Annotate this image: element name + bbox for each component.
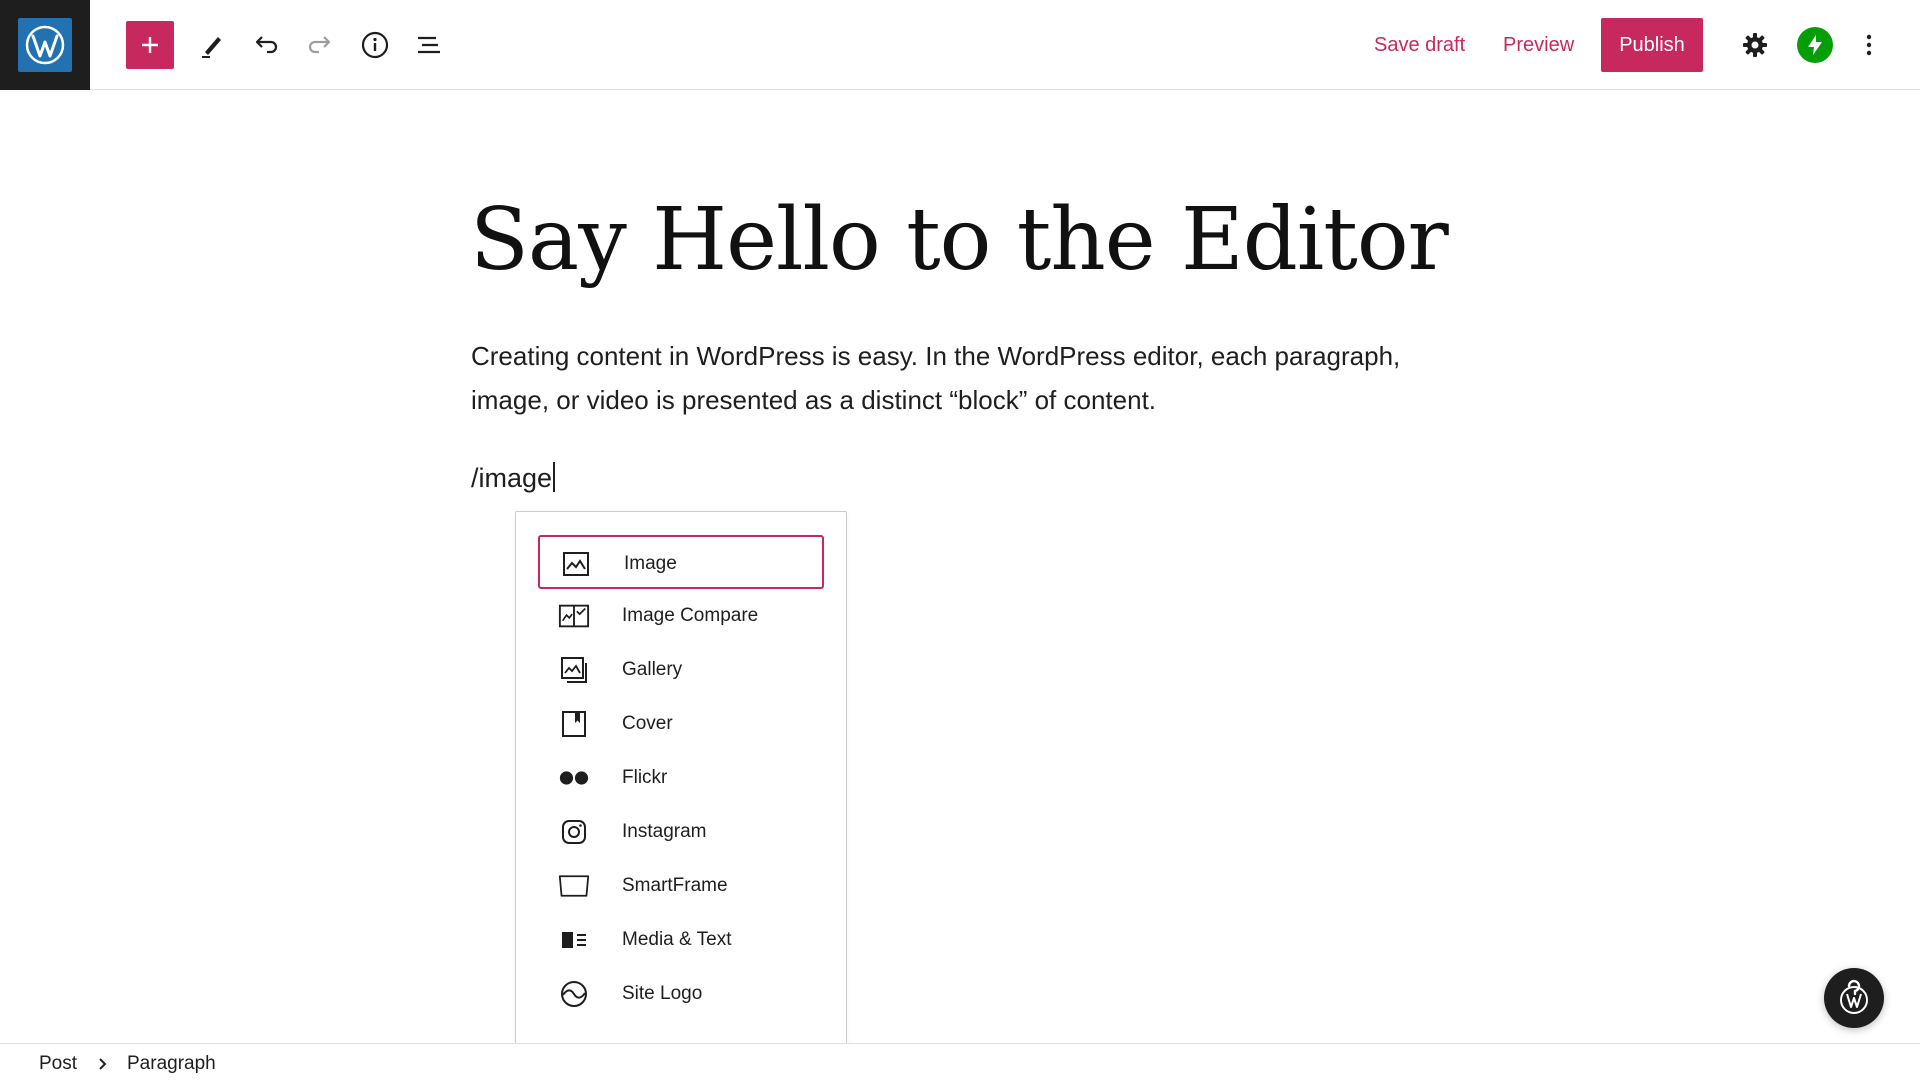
- media-text-icon: [558, 924, 590, 956]
- plus-icon: [142, 37, 158, 53]
- details-button[interactable]: [349, 19, 401, 71]
- inserter-option-media-text[interactable]: Media & Text: [538, 913, 824, 967]
- inserter-option-label: Cover: [622, 713, 673, 734]
- paragraph-line: image, or video is presented as a distin…: [471, 385, 1157, 415]
- chevron-right-icon: [99, 1058, 107, 1070]
- info-icon: [361, 31, 389, 59]
- post-title[interactable]: Say Hello to the Editor: [470, 180, 1470, 300]
- inserter-option-label: Instagram: [622, 821, 707, 842]
- redo-icon: [308, 36, 331, 54]
- inserter-option-site-logo[interactable]: Site Logo: [538, 967, 824, 1021]
- list-view-icon: [418, 36, 440, 54]
- settings-button[interactable]: [1729, 19, 1781, 71]
- image-compare-icon: [558, 600, 590, 632]
- undo-button[interactable]: [240, 19, 292, 71]
- inserter-option-label: Image: [624, 553, 677, 574]
- breadcrumb-paragraph[interactable]: Paragraph: [127, 1052, 216, 1076]
- add-block-button[interactable]: [126, 21, 174, 69]
- inserter-option-image-compare[interactable]: Image Compare: [538, 589, 824, 643]
- inserter-option-label: Site Logo: [622, 983, 703, 1004]
- help-icon: [1840, 979, 1868, 1014]
- more-vertical-icon: [1866, 34, 1872, 56]
- breadcrumb-post[interactable]: Post: [39, 1052, 77, 1076]
- wordpress-logo-button[interactable]: [0, 0, 90, 90]
- redo-button[interactable]: [294, 19, 346, 71]
- options-menu-button[interactable]: [1843, 19, 1895, 71]
- inserter-option-instagram[interactable]: Instagram: [538, 805, 824, 859]
- preview-button[interactable]: Preview: [1503, 28, 1574, 62]
- block-breadcrumb-bar: Post Paragraph: [0, 1043, 1920, 1080]
- cover-icon: [558, 708, 590, 740]
- jetpack-button[interactable]: [1797, 27, 1833, 63]
- inserter-option-flickr[interactable]: Flickr: [538, 751, 824, 805]
- jetpack-bolt-icon: [1808, 35, 1822, 55]
- save-draft-button[interactable]: Save draft: [1374, 28, 1465, 62]
- paragraph-line: Creating content in WordPress is easy. I…: [471, 341, 1401, 371]
- publish-button[interactable]: Publish: [1601, 18, 1703, 72]
- site-logo-icon: [558, 978, 590, 1010]
- inserter-option-label: Flickr: [622, 767, 668, 788]
- help-bubble-button[interactable]: [1824, 968, 1884, 1028]
- inserter-option-label: Gallery: [622, 659, 683, 680]
- flickr-icon: [558, 762, 590, 794]
- pencil-icon: [202, 37, 221, 58]
- instagram-icon: [558, 816, 590, 848]
- slash-command-text: /image: [471, 463, 553, 493]
- text-caret: [553, 462, 556, 492]
- inserter-option-gallery[interactable]: Gallery: [538, 643, 824, 697]
- editor-top-toolbar: Save draft Preview Publish: [0, 0, 1920, 90]
- gallery-icon: [558, 654, 590, 686]
- inserter-option-label: SmartFrame: [622, 875, 728, 896]
- slash-command-paragraph[interactable]: /image: [471, 458, 556, 498]
- slash-inserter-popover: Image Image Compare Gallery Cover Flickr…: [515, 511, 847, 1048]
- inserter-option-image[interactable]: Image: [538, 535, 824, 589]
- smartframe-icon: [558, 870, 590, 902]
- tools-button[interactable]: [186, 19, 238, 71]
- inserter-option-label: Media & Text: [622, 929, 732, 950]
- image-icon: [560, 548, 592, 580]
- inserter-option-smartframe[interactable]: SmartFrame: [538, 859, 824, 913]
- inserter-option-label: Image Compare: [622, 605, 759, 626]
- paragraph-block[interactable]: Creating content in WordPress is easy. I…: [471, 334, 1471, 422]
- inserter-option-cover[interactable]: Cover: [538, 697, 824, 751]
- wordpress-logo-icon: [18, 18, 72, 72]
- undo-icon: [255, 36, 278, 54]
- list-view-button[interactable]: [403, 19, 455, 71]
- gear-icon: [1743, 33, 1767, 57]
